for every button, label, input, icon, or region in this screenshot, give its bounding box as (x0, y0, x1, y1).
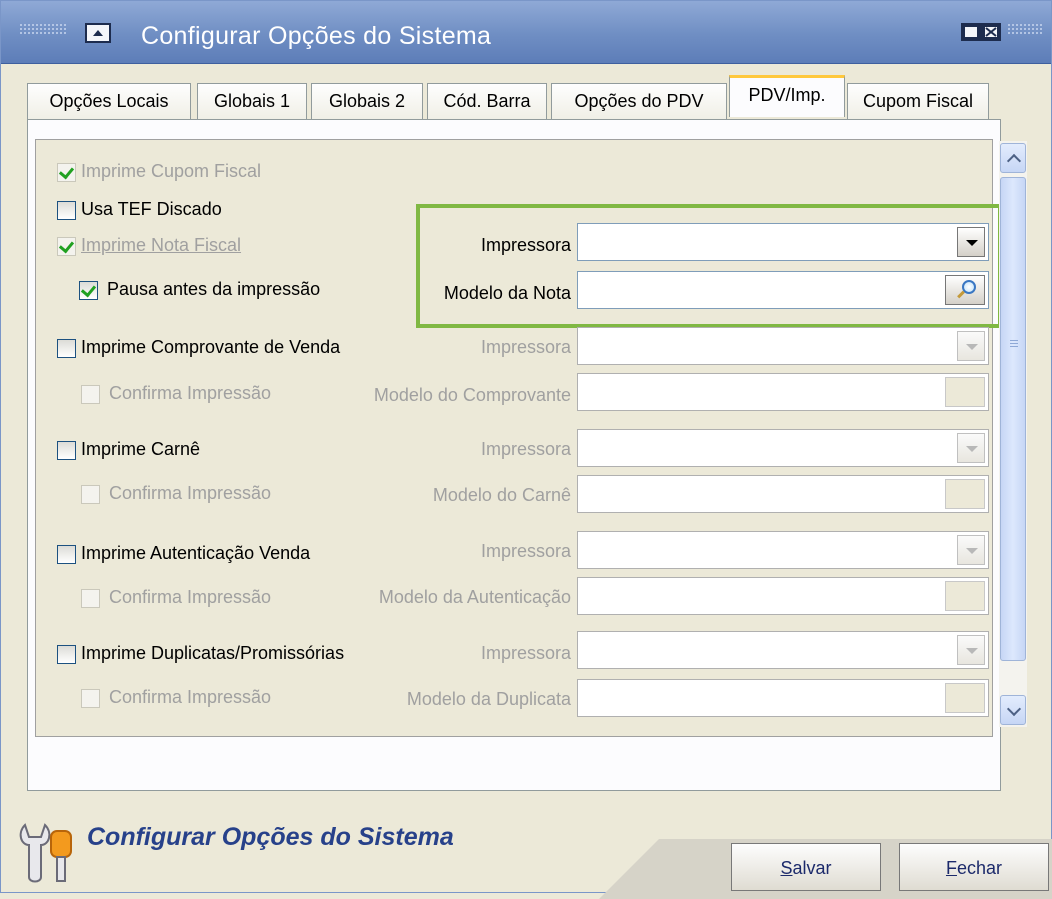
checkmark-icon (58, 163, 75, 180)
comprovante-modelo-field[interactable] (577, 373, 989, 411)
carne-impressora-select[interactable] (577, 429, 989, 467)
carne-confirma-checkbox[interactable] (81, 485, 100, 504)
dropdown-arrow-icon[interactable] (957, 535, 985, 565)
imprime-duplicatas-checkbox[interactable] (57, 645, 76, 664)
salvar-button[interactable]: Salvar (731, 843, 881, 891)
nota-impressora-select[interactable] (577, 223, 989, 261)
scroll-thumb[interactable] (1000, 177, 1026, 661)
duplicatas-impressora-label: Impressora (480, 643, 571, 663)
dropdown-arrow-icon[interactable] (957, 433, 985, 463)
nota-impressora-label: Impressora (480, 235, 571, 255)
lookup-button[interactable] (945, 377, 985, 407)
tab-cod-barra[interactable]: Cód. Barra (427, 83, 547, 119)
fechar-accesskey: F (945, 858, 957, 878)
imprime-nota-fiscal-label: Imprime Nota Fiscal (81, 235, 242, 255)
comprovante-confirma-label: Confirma Impressão (109, 383, 272, 403)
duplicatas-impressora-select[interactable] (577, 631, 989, 669)
dropdown-arrow-icon[interactable] (957, 331, 985, 361)
imprime-cupom-fiscal-label: Imprime Cupom Fiscal (81, 161, 262, 181)
duplicatas-modelo-label: Modelo da Duplicata (406, 689, 571, 709)
imprime-autenticacao-label: Imprime Autenticação Venda (81, 543, 311, 563)
autenticacao-modelo-label: Modelo da Autenticação (378, 587, 571, 607)
lookup-button[interactable] (945, 581, 985, 611)
imprime-cupom-fiscal-checkbox[interactable] (57, 163, 76, 182)
autenticacao-impressora-select[interactable] (577, 531, 989, 569)
imprime-comprovante-checkbox[interactable] (57, 339, 76, 358)
salvar-label: alvar (792, 858, 832, 878)
tab-opcoes-pdv[interactable]: Opções do PDV (551, 83, 727, 119)
tab-globais-1[interactable]: Globais 1 (197, 83, 307, 119)
tab-cupom-fiscal[interactable]: Cupom Fiscal (847, 83, 989, 119)
duplicatas-confirma-label: Confirma Impressão (109, 687, 272, 707)
footer-title: Configurar Opções do Sistema (87, 823, 454, 851)
dropdown-arrow-icon[interactable] (957, 227, 985, 257)
scroll-up-icon[interactable] (1000, 143, 1026, 173)
fechar-label: echar (956, 858, 1003, 878)
comprovante-confirma-checkbox[interactable] (81, 385, 100, 404)
tab-opcoes-locais[interactable]: Opções Locais (27, 83, 191, 119)
system-menu-icon[interactable] (85, 23, 111, 43)
magnifier-icon (962, 280, 976, 294)
usa-tef-discado-checkbox[interactable] (57, 201, 76, 220)
carne-modelo-field[interactable] (577, 475, 989, 513)
duplicatas-confirma-checkbox[interactable] (81, 689, 100, 708)
pausa-antes-checkbox[interactable] (79, 281, 98, 300)
scroll-down-icon[interactable] (1000, 695, 1026, 725)
pausa-antes-label: Pausa antes da impressão (107, 279, 321, 299)
imprime-carne-checkbox[interactable] (57, 441, 76, 460)
dropdown-arrow-icon[interactable] (957, 635, 985, 665)
imprime-nota-fiscal-checkbox[interactable] (57, 237, 76, 256)
tab-globais-2[interactable]: Globais 2 (311, 83, 423, 119)
autenticacao-impressora-label: Impressora (480, 541, 571, 561)
nota-modelo-label: Modelo da Nota (443, 283, 571, 303)
nota-modelo-field[interactable] (577, 271, 989, 309)
title-bar[interactable]: Configurar Opções do Sistema (1, 1, 1051, 64)
checkmark-icon (80, 281, 97, 298)
wrench-app-icon (15, 819, 81, 887)
carne-modelo-label: Modelo do Carnê (432, 485, 571, 505)
autenticacao-modelo-field[interactable] (577, 577, 989, 615)
fechar-button[interactable]: Fechar (899, 843, 1049, 891)
carne-confirma-label: Confirma Impressão (109, 483, 272, 503)
lookup-button[interactable] (945, 275, 985, 305)
imprime-comprovante-label: Imprime Comprovante de Venda (81, 337, 341, 357)
grip-right (1007, 23, 1043, 35)
vertical-scrollbar[interactable] (999, 141, 1027, 727)
close-icon[interactable] (981, 23, 1001, 41)
checkmark-icon (58, 237, 75, 254)
minimize-icon[interactable] (961, 23, 981, 41)
lookup-button[interactable] (945, 683, 985, 713)
comprovante-modelo-label: Modelo do Comprovante (373, 385, 571, 405)
carne-impressora-label: Impressora (480, 439, 571, 459)
lookup-button[interactable] (945, 479, 985, 509)
comprovante-impressora-select[interactable] (577, 327, 989, 365)
salvar-accesskey: S (780, 858, 793, 878)
window: Configurar Opções do Sistema Opções Loca… (0, 0, 1052, 899)
autenticacao-confirma-label: Confirma Impressão (109, 587, 272, 607)
autenticacao-confirma-checkbox[interactable] (81, 589, 100, 608)
tab-pdv-imp[interactable]: PDV/Imp. (729, 75, 845, 117)
imprime-duplicatas-label: Imprime Duplicatas/Promissórias (81, 643, 345, 663)
imprime-autenticacao-checkbox[interactable] (57, 545, 76, 564)
usa-tef-discado-label: Usa TEF Discado (81, 199, 222, 219)
window-title: Configurar Opções do Sistema (141, 22, 492, 50)
grip-left (19, 23, 67, 35)
imprime-carne-label: Imprime Carnê (81, 439, 201, 459)
duplicatas-modelo-field[interactable] (577, 679, 989, 717)
comprovante-impressora-label: Impressora (480, 337, 571, 357)
